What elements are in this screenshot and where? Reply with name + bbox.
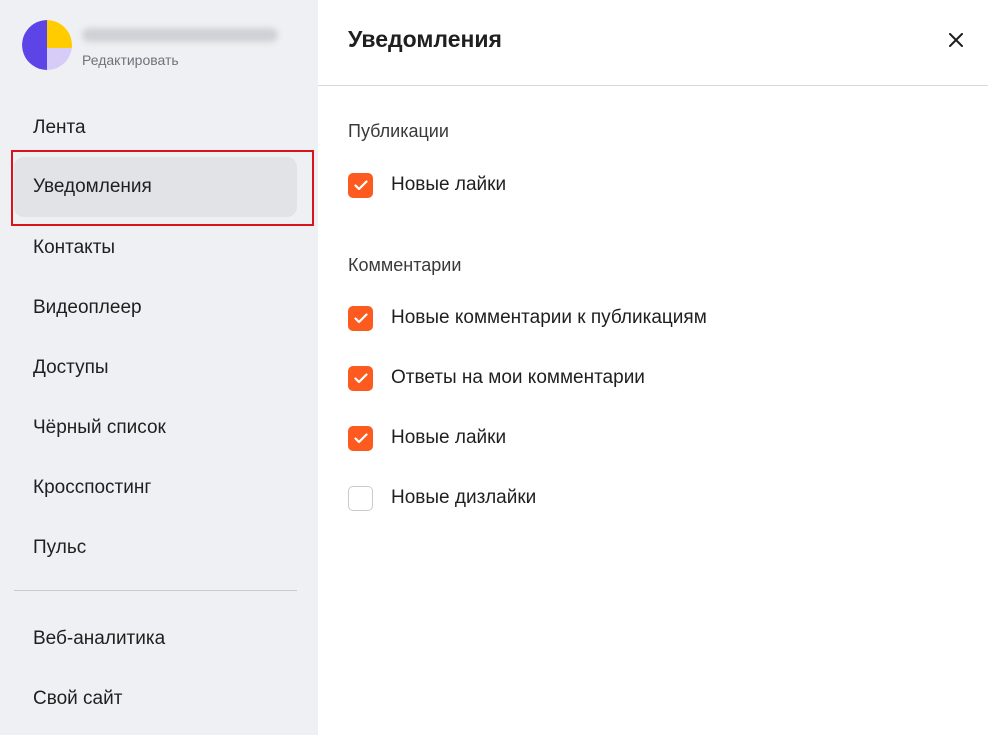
sidebar-item-web-analytics[interactable]: Веб-аналитика (14, 609, 297, 669)
option-label: Ответы на мои комментарии (391, 367, 645, 388)
option-label: Новые лайки (391, 174, 507, 195)
option-label: Новые комментарии к публикациям (391, 307, 707, 328)
panel-header: Уведомления (318, 0, 988, 86)
checkmark-icon (353, 432, 368, 443)
sidebar-item-crossposting[interactable]: Кросспостинг (14, 458, 297, 518)
sidebar-item-blacklist[interactable]: Чёрный список (14, 398, 297, 458)
close-icon (949, 33, 963, 47)
main-panel: Уведомления Публикации Новые лайки Комме… (318, 0, 988, 735)
sidebar-item-access[interactable]: Доступы (14, 338, 297, 398)
option-label: Новые дизлайки (391, 487, 537, 508)
sidebar-item-pulse[interactable]: Пульс (14, 518, 297, 578)
checkmark-icon (353, 179, 368, 190)
option-replies[interactable]: Ответы на мои комментарии (348, 364, 645, 392)
close-button[interactable] (942, 26, 970, 54)
profile-block[interactable]: Редактировать (22, 20, 312, 72)
option-label: Новые лайки (391, 427, 507, 448)
checkbox-unchecked[interactable] (348, 485, 373, 511)
checkbox-checked[interactable] (348, 172, 373, 198)
checkmark-icon (353, 312, 368, 323)
sidebar-item-video-player[interactable]: Видеоплеер (14, 278, 297, 338)
checkbox-checked[interactable] (348, 425, 373, 451)
section-title-comments: Комментарии (348, 255, 462, 275)
option-publications-new-likes[interactable]: Новые лайки (348, 171, 506, 199)
sidebar: Редактировать Лента Уведомления Контакты… (0, 0, 318, 735)
profile-name-blurred (82, 28, 278, 42)
sidebar-item-own-site[interactable]: Свой сайт (14, 669, 297, 729)
sidebar-item-notifications[interactable]: Уведомления (14, 157, 297, 217)
option-new-dislikes[interactable]: Новые дизлайки (348, 484, 536, 512)
sidebar-item-contacts[interactable]: Контакты (14, 218, 297, 278)
page-title: Уведомления (348, 26, 502, 52)
sidebar-divider (14, 590, 297, 591)
section-title-publications: Публикации (348, 121, 449, 141)
sidebar-item-feed[interactable]: Лента (14, 98, 297, 158)
option-comments-new-likes[interactable]: Новые лайки (348, 424, 506, 452)
checkmark-icon (353, 372, 368, 383)
option-new-comments[interactable]: Новые комментарии к публикациям (348, 304, 707, 332)
checkbox-checked[interactable] (348, 365, 373, 391)
edit-profile-link[interactable]: Редактировать (82, 52, 179, 68)
checkbox-checked[interactable] (348, 305, 373, 331)
avatar[interactable] (22, 20, 72, 70)
settings-window: Редактировать Лента Уведомления Контакты… (0, 0, 988, 735)
